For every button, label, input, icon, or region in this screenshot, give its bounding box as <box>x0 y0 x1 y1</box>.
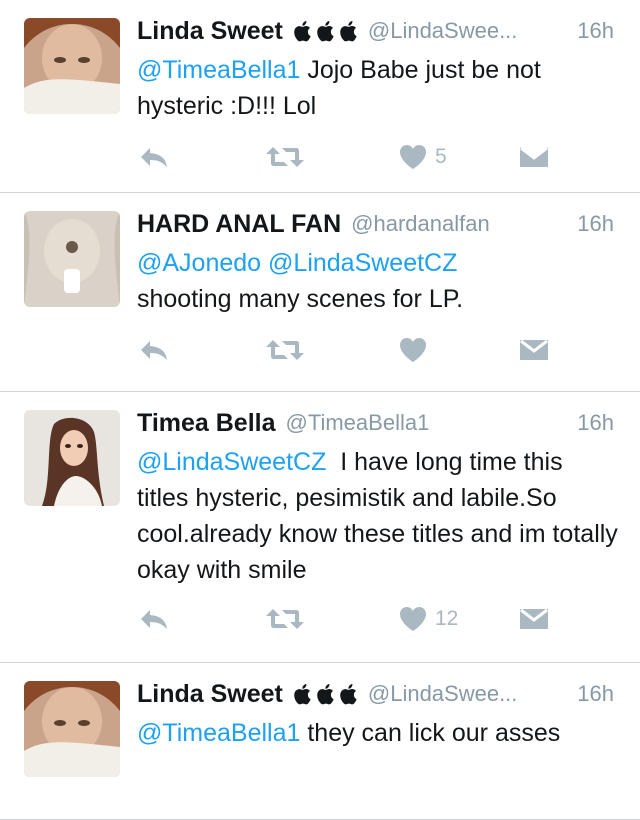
mention-link[interactable]: @TimeaBella1 <box>137 719 300 747</box>
reply-button[interactable] <box>139 140 169 174</box>
mention-link[interactable]: @LindaSweetCZ <box>137 448 326 476</box>
apple-icon <box>340 684 357 705</box>
direct-message-button[interactable] <box>519 602 549 636</box>
apple-icon <box>340 21 357 42</box>
timestamp[interactable]: 16h <box>577 410 614 436</box>
heart-icon <box>400 338 426 362</box>
tweet[interactable]: HARD ANAL FAN @hardanalfan 16h @AJonedo … <box>0 193 640 392</box>
retweet-icon <box>266 609 304 629</box>
like-count: 12 <box>435 607 459 630</box>
handle[interactable]: @TimeaBella1 <box>286 410 566 436</box>
timestamp[interactable]: 16h <box>577 681 614 707</box>
apple-icon <box>317 684 334 705</box>
reply-icon <box>141 610 167 629</box>
avatar[interactable] <box>24 211 120 307</box>
direct-message-icon <box>520 339 548 360</box>
display-name[interactable]: Linda Sweet <box>137 680 283 709</box>
tweet-body: shooting many scenes for LP. <box>137 285 464 313</box>
apple-badges <box>291 682 358 706</box>
action-bar <box>137 333 617 367</box>
reply-icon <box>141 148 167 167</box>
timestamp[interactable]: 16h <box>577 211 614 237</box>
direct-message-icon <box>520 608 548 629</box>
tweet[interactable]: Timea Bella @TimeaBella1 16h @LindaSweet… <box>0 392 640 663</box>
heart-icon <box>400 607 426 631</box>
reply-icon <box>141 341 167 360</box>
retweet-icon <box>266 340 304 360</box>
tweet-text: @LindaSweetCZ I have long time this titl… <box>137 444 620 588</box>
display-name[interactable]: HARD ANAL FAN <box>137 210 341 239</box>
mention-link[interactable]: @LindaSweetCZ <box>268 249 457 277</box>
retweet-button[interactable] <box>265 602 305 636</box>
display-name[interactable]: Timea Bella <box>137 409 276 438</box>
direct-message-icon <box>520 146 548 167</box>
tweet-text: @AJonedo @LindaSweetCZ shooting many sce… <box>137 245 620 317</box>
avatar[interactable] <box>24 681 120 777</box>
like-button[interactable]: 5 <box>399 140 447 174</box>
apple-icon <box>294 684 311 705</box>
like-count: 5 <box>435 145 447 168</box>
tweet[interactable]: Linda Sweet @LindaSwee... 16h @TimeaBell… <box>0 0 640 193</box>
tweet[interactable]: Linda Sweet @LindaSwee... 16h @TimeaBell… <box>0 663 640 820</box>
retweet-button[interactable] <box>265 140 305 174</box>
avatar[interactable] <box>24 18 120 114</box>
handle[interactable]: @hardanalfan <box>351 211 565 237</box>
apple-icon <box>294 21 311 42</box>
direct-message-button[interactable] <box>519 333 549 367</box>
handle[interactable]: @LindaSwee... <box>368 681 565 707</box>
direct-message-button[interactable] <box>519 140 549 174</box>
display-name[interactable]: Linda Sweet <box>137 17 283 46</box>
timestamp[interactable]: 16h <box>577 18 614 44</box>
avatar[interactable] <box>24 410 120 506</box>
action-bar: 12 <box>137 602 617 636</box>
like-button[interactable]: 12 <box>399 602 458 636</box>
retweet-icon <box>266 147 304 167</box>
tweet-text: @TimeaBella1 Jojo Babe just be not hyste… <box>137 52 620 124</box>
like-button[interactable] <box>399 333 435 367</box>
mention-separator <box>261 249 268 277</box>
tweet-body: they can lick our asses <box>300 719 561 747</box>
retweet-button[interactable] <box>265 333 305 367</box>
apple-badges <box>291 19 358 43</box>
mention-link[interactable]: @AJonedo <box>137 249 261 277</box>
handle[interactable]: @LindaSwee... <box>368 18 565 44</box>
apple-icon <box>317 21 334 42</box>
action-bar: 5 <box>137 140 617 174</box>
heart-icon <box>400 145 426 169</box>
reply-button[interactable] <box>139 602 169 636</box>
mention-link[interactable]: @TimeaBella1 <box>137 56 300 84</box>
tweet-text: @TimeaBella1 they can lick our asses <box>137 715 620 751</box>
reply-button[interactable] <box>139 333 169 367</box>
